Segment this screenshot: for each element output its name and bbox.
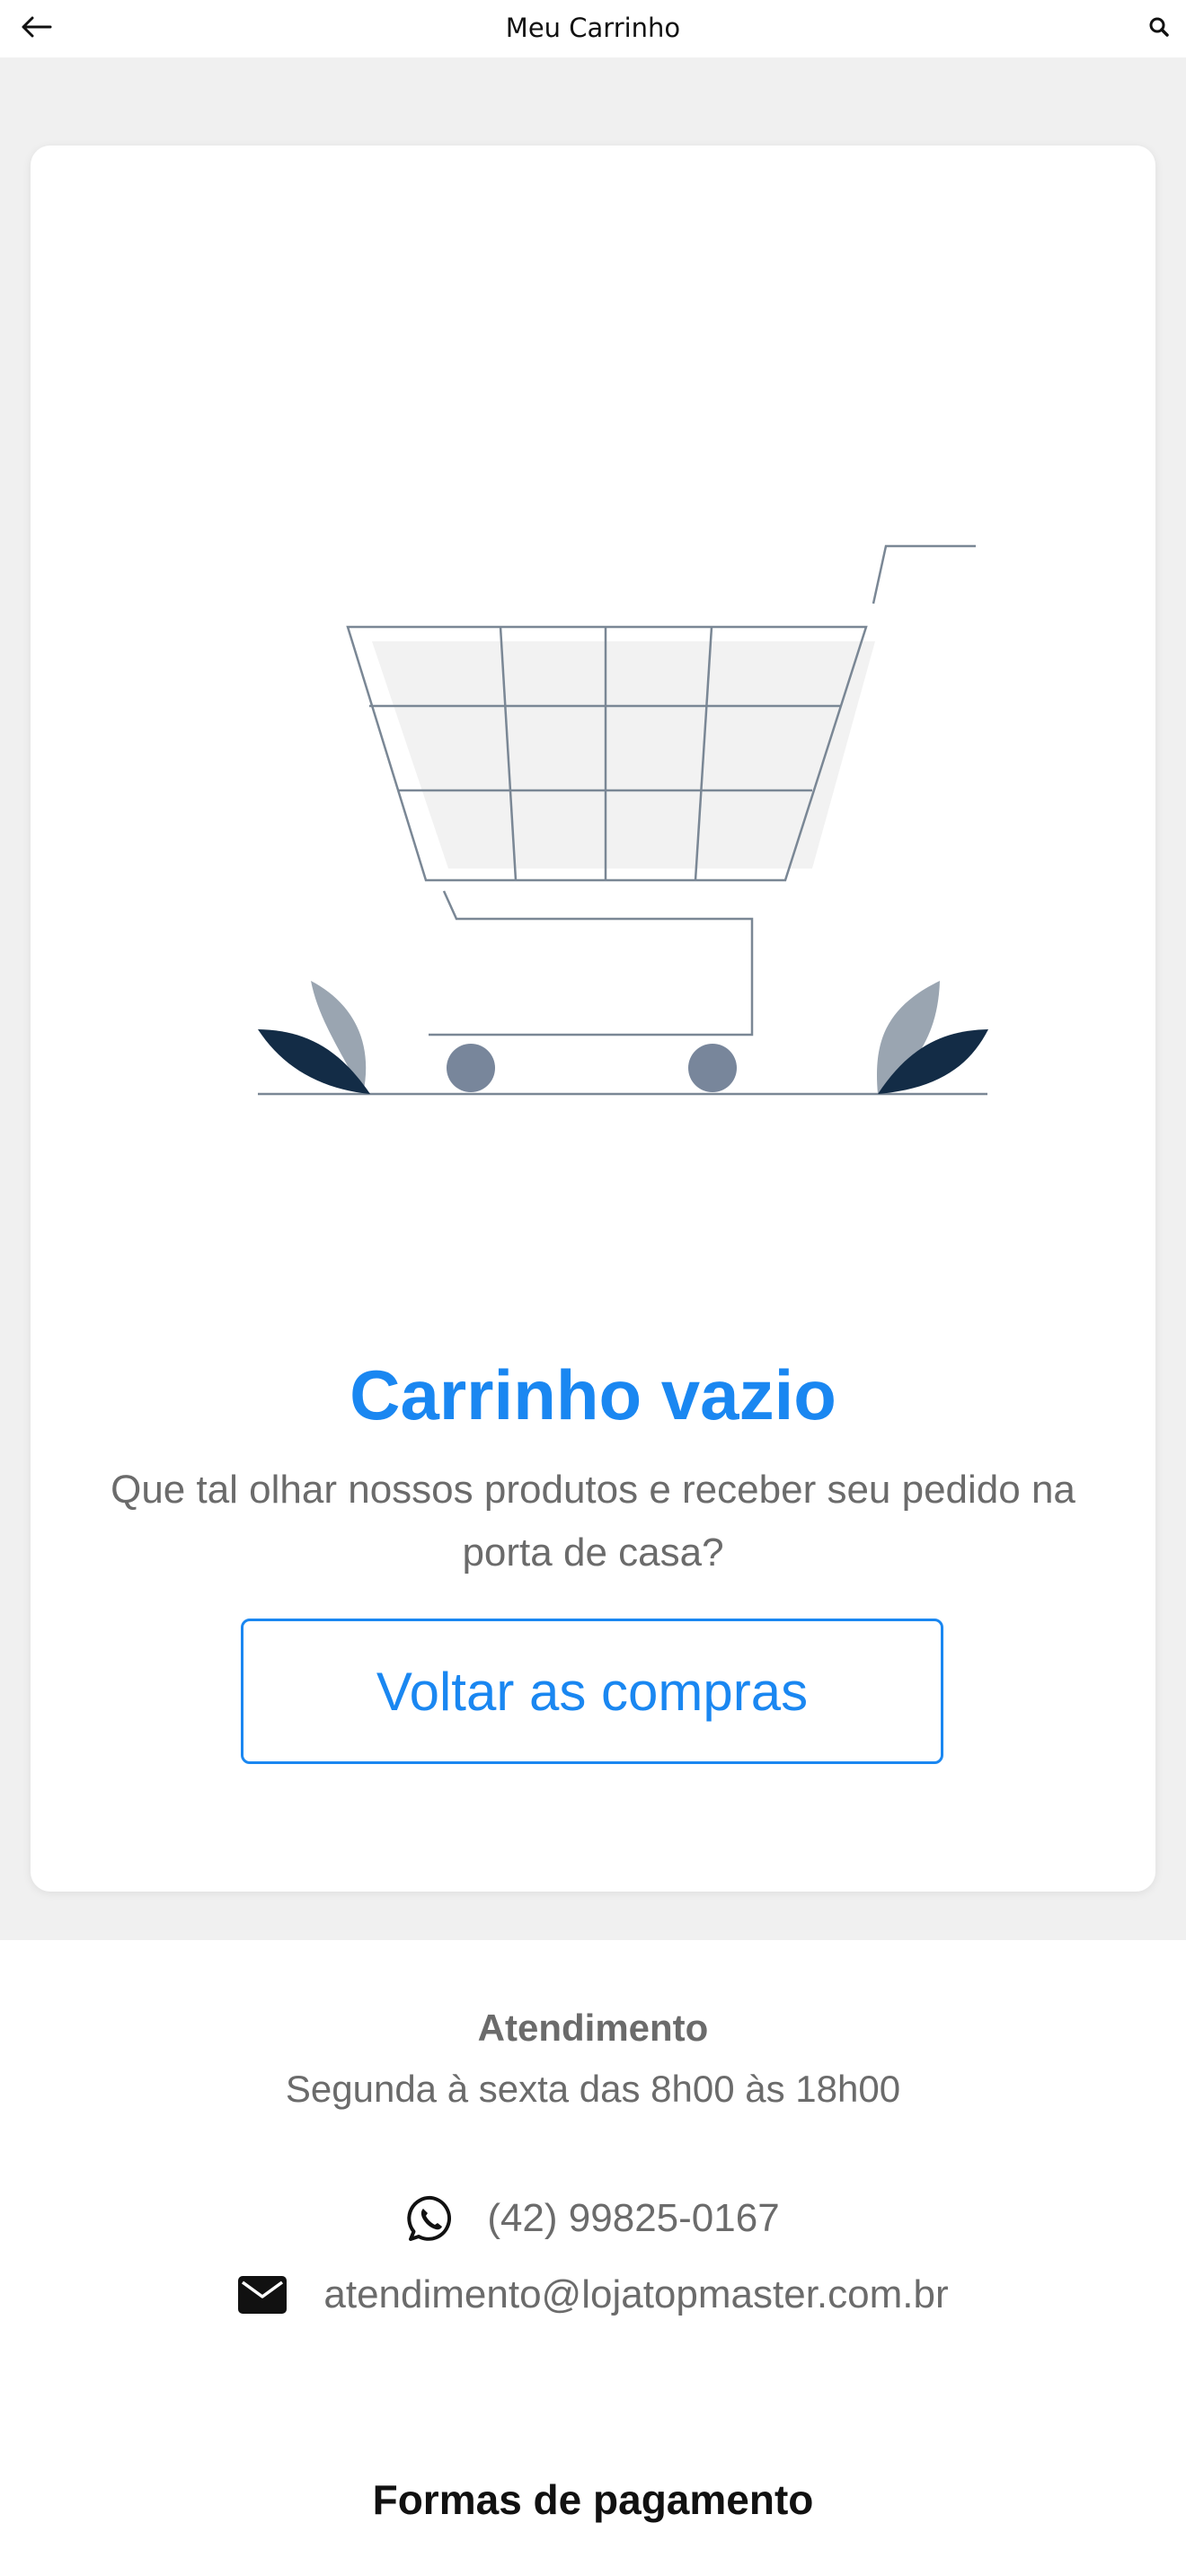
support-hours: Segunda à sexta das 8h00 às 18h00	[285, 2068, 901, 2110]
email-address: atendimento@lojatopmaster.com.br	[323, 2272, 949, 2316]
envelope-icon	[237, 2275, 288, 2315]
shopping-cart-illustration	[228, 505, 1019, 1116]
search-icon	[1148, 16, 1170, 42]
email-contact[interactable]: atendimento@lojatopmaster.com.br	[0, 2272, 1186, 2317]
phone-contact[interactable]: (42) 99825-0167	[0, 2193, 1186, 2244]
footer: Atendimento Segunda à sexta das 8h00 às …	[0, 1940, 1186, 2576]
support-heading: Atendimento	[477, 2007, 709, 2049]
page-title: Meu Carrinho	[505, 13, 681, 43]
empty-cart-title: Carrinho vazio	[350, 1355, 836, 1434]
content-area: Carrinho vazio Que tal olhar nossos prod…	[0, 57, 1186, 1940]
empty-cart-card: Carrinho vazio Que tal olhar nossos prod…	[31, 146, 1155, 1892]
phone-number: (42) 99825-0167	[487, 2196, 780, 2240]
cart-page: Meu Carrinho Carrinho vazio Que tal olha…	[0, 0, 1186, 2576]
empty-cart-description: Que tal olhar nossos produtos e receber …	[111, 1468, 1075, 1575]
payments-heading: Formas de pagamento	[372, 2476, 814, 2523]
whatsapp-icon	[406, 2193, 456, 2244]
top-bar: Meu Carrinho	[0, 0, 1186, 57]
search-button[interactable]	[1145, 14, 1173, 43]
back-to-shopping-button[interactable]: Voltar as compras	[241, 1619, 943, 1764]
